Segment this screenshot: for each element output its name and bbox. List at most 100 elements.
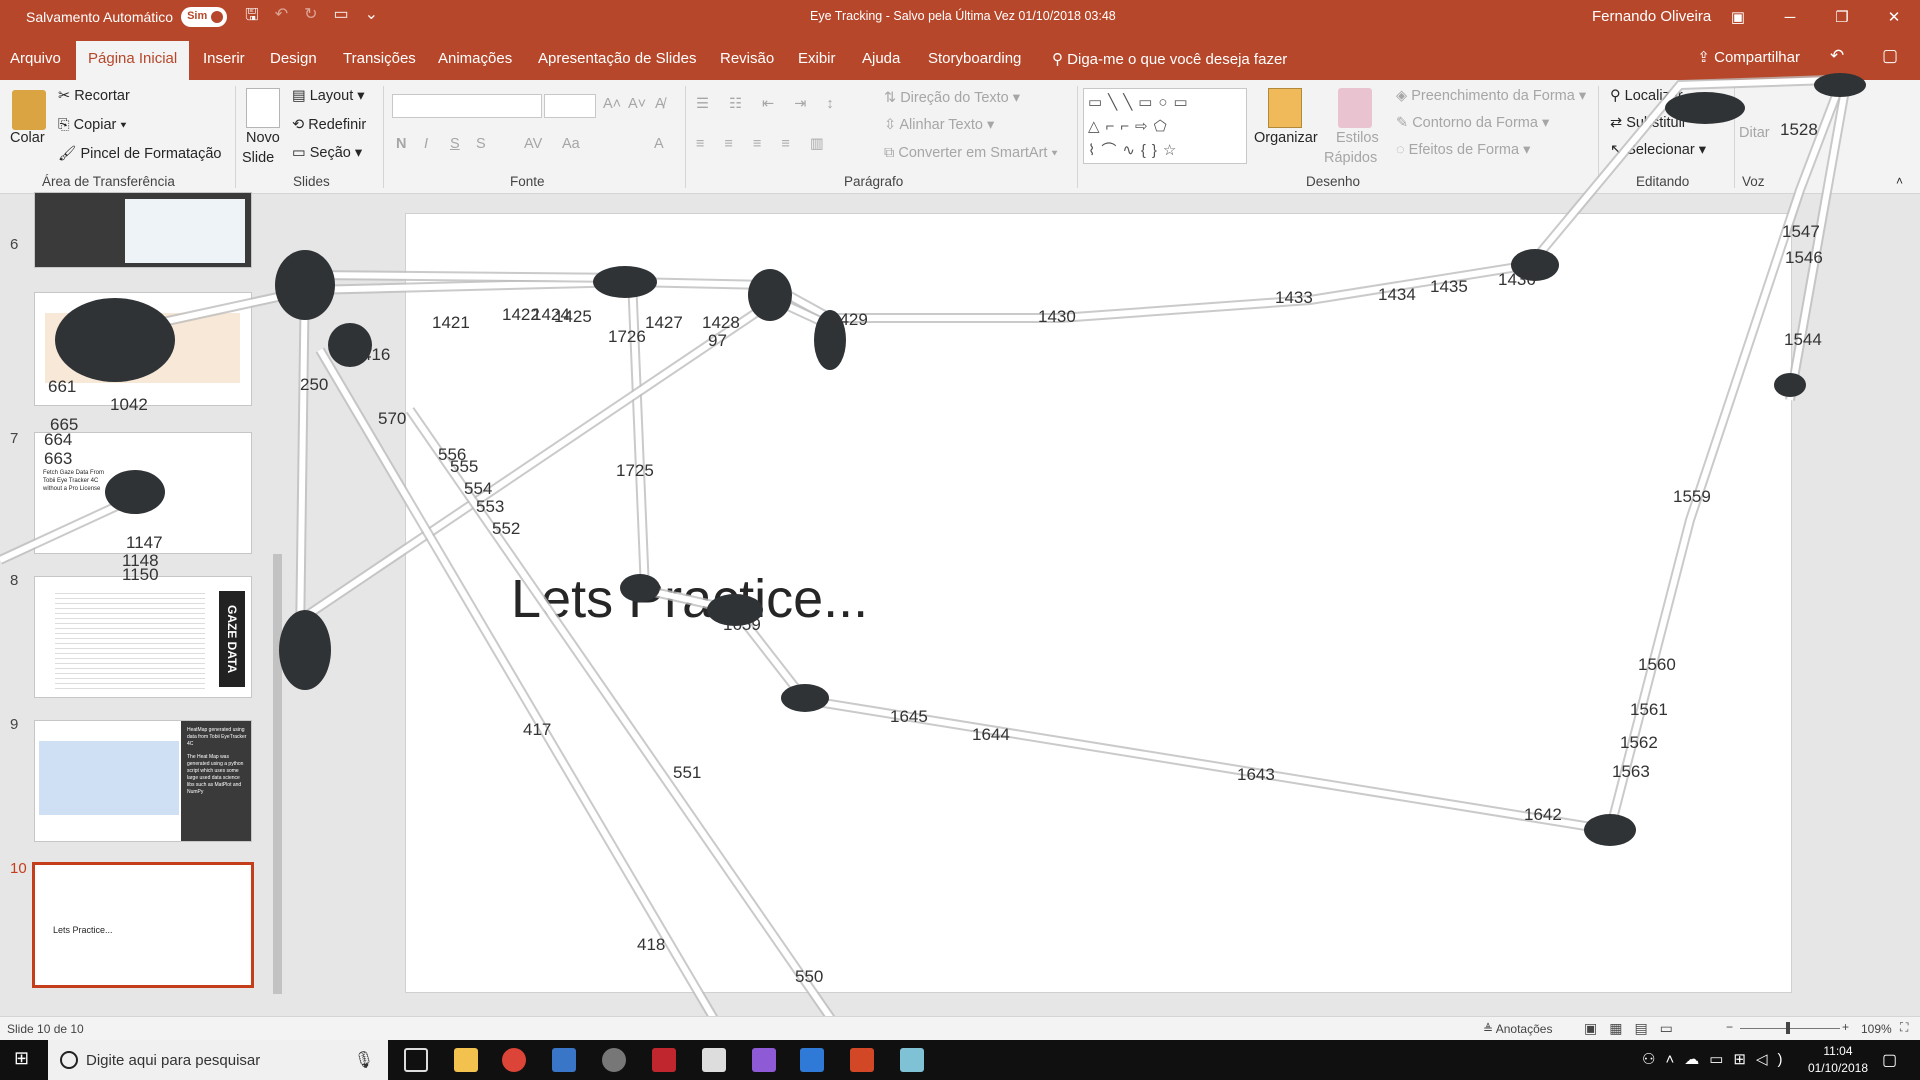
settings-icon[interactable] [602,1048,626,1072]
arrange-label[interactable]: Organizar [1254,130,1318,146]
notifications-icon[interactable]: ▢ [1882,1050,1897,1070]
microphone-icon[interactable]: 🎙 [354,1050,374,1070]
undo-icon[interactable]: ↶ [275,4,288,31]
fit-slide-icon[interactable]: ⛶ [1900,1020,1908,1035]
thumbnails-scrollbar[interactable] [270,194,286,1014]
user-name[interactable]: Fernando Oliveira [1592,8,1711,25]
taskbar-search[interactable]: Digite aqui para pesquisar 🎙 [48,1040,388,1080]
copy-button[interactable]: ⎘ Copiar ▾ [58,117,126,133]
slide-thumbnail-7[interactable]: Fetch Gaze Data From Tobii Eye Tracker 4… [34,432,252,554]
task-view-icon[interactable] [404,1048,428,1072]
bold-button[interactable]: N [396,136,406,152]
slide-thumbnail-5[interactable] [34,192,252,268]
autosave-toggle[interactable]: Sim [181,7,228,27]
tab-transicoes[interactable]: Transições [343,50,416,67]
grow-font-icon[interactable]: A˄ [603,96,621,112]
font-size-field[interactable] [544,94,596,118]
new-slide-label-1[interactable]: Novo [246,130,280,146]
slide-thumbnail-8[interactable]: GAZE DATA [34,576,252,698]
zoom-out-icon[interactable]: − [1726,1020,1733,1034]
system-tray-icons[interactable]: ⚇˄☁▭⊞◁) [1642,1050,1792,1068]
chrome-icon[interactable] [502,1048,526,1072]
save-icon[interactable]: 🖫 [245,4,259,31]
zoom-slider-thumb[interactable] [1786,1022,1790,1034]
arrange-icon[interactable] [1268,88,1302,128]
tab-ajuda[interactable]: Ajuda [862,50,900,67]
tab-storyboarding[interactable]: Storyboarding [928,50,1021,67]
comments-icon[interactable]: ▢ [1882,46,1898,66]
redo-icon[interactable]: ↻ [304,4,317,31]
shapes-gallery[interactable]: ▭╲╲▭○▭ △⌐⌐⇨⬠ ⌇⌒∿{}☆ [1083,88,1247,164]
change-case-button[interactable]: Aa [562,136,580,152]
paste-icon[interactable] [12,90,46,130]
slide-thumbnail-10[interactable]: Lets Practice... [32,862,254,988]
replace-button[interactable]: ⇄ Substituir [1610,115,1687,131]
tell-me-box[interactable]: ⚲ Diga-me o que você deseja fazer [1052,50,1287,68]
font-color-button[interactable]: A [654,136,664,152]
font-name-field[interactable] [392,94,542,118]
smartart-button[interactable]: ⧉ Converter em SmartArt ▾ [884,145,1058,161]
scroll-thumb[interactable] [273,554,282,994]
word-icon[interactable] [800,1048,824,1072]
shrink-font-icon[interactable]: A˅ [628,96,646,112]
tab-inserir[interactable]: Inserir [203,50,245,67]
ribbon-display-icon[interactable]: ▣ [1712,0,1764,34]
clock[interactable]: 11:04 01/10/2018 [1808,1043,1868,1077]
notepad-icon[interactable] [900,1048,924,1072]
collapse-ribbon-icon[interactable]: ˄ [1896,174,1903,188]
align-buttons[interactable]: ≡ ≡ ≡ ≡ ▥ [696,136,832,152]
tab-revisao[interactable]: Revisão [720,50,774,67]
quick-styles-label-1[interactable]: Estilos [1336,130,1379,146]
underline-button[interactable]: S [450,136,460,152]
share-button[interactable]: ⇪ Compartilhar [1697,48,1800,66]
layout-button[interactable]: ▤ Layout ▾ [292,88,365,104]
text-direction-button[interactable]: ⇅ Direção do Texto ▾ [884,90,1020,106]
tab-apresentacao[interactable]: Apresentação de Slides [538,50,696,67]
align-text-button[interactable]: ⇳ Alinhar Texto ▾ [884,117,994,133]
tab-animacoes[interactable]: Animações [438,50,512,67]
slide-thumbnail-9[interactable]: HeatMap generated using data from Tobii … [34,720,252,842]
windows-start-icon[interactable]: ⊞ [14,1048,29,1069]
powerpoint-icon[interactable] [850,1048,874,1072]
tab-pagina-inicial[interactable]: Página Inicial [76,41,190,80]
shape-outline-button[interactable]: ✎ Contorno da Forma ▾ [1396,115,1549,131]
mail-icon[interactable] [702,1048,726,1072]
tab-design[interactable]: Design [270,50,317,67]
new-slide-label-2[interactable]: Slide [242,150,274,166]
section-button[interactable]: ▭ Seção ▾ [292,145,362,161]
store-icon[interactable] [552,1048,576,1072]
view-buttons[interactable]: ▣▦▤▭ [1584,1020,1685,1037]
char-spacing-button[interactable]: AV [524,136,542,152]
zoom-level[interactable]: 109% [1861,1022,1892,1036]
new-slide-icon[interactable] [246,88,280,128]
find-button[interactable]: ⚲ Localizar [1610,88,1683,104]
customize-qat-icon[interactable]: ⌄ [365,4,378,31]
slide-canvas[interactable]: Lets Practice... [405,213,1792,993]
shadow-button[interactable]: S [476,136,486,152]
select-button[interactable]: ↖ Selecionar ▾ [1610,142,1706,158]
dictate-button[interactable]: Ditar [1739,125,1770,141]
tab-arquivo[interactable]: Arquivo [10,50,61,67]
quick-styles-icon[interactable] [1338,88,1372,128]
list-buttons[interactable]: ☰ ☷ ⇤ ⇥ ↕ [696,96,842,112]
activity-icon[interactable]: ↶ [1830,46,1844,66]
file-explorer-icon[interactable] [454,1048,478,1072]
shape-fill-button[interactable]: ◈ Preenchimento da Forma ▾ [1396,88,1586,104]
minimize-icon[interactable]: ─ [1764,0,1816,34]
slide-thumbnail-6[interactable] [34,292,252,406]
visual-studio-icon[interactable] [752,1048,776,1072]
notes-button[interactable]: ≜ Anotações [1483,1022,1552,1036]
shape-effects-button[interactable]: ◌ Efeitos de Forma ▾ [1396,142,1530,158]
close-icon[interactable]: ✕ [1868,0,1920,34]
zoom-in-icon[interactable]: + [1842,1020,1849,1034]
slide-title[interactable]: Lets Practice... [511,568,868,630]
restore-icon[interactable]: ❐ [1816,0,1868,34]
editor-scrollbar[interactable] [1904,194,1920,1024]
italic-button[interactable]: I [424,136,428,152]
present-icon[interactable]: ▭ [334,4,349,31]
clear-format-icon[interactable]: A̸ [655,96,665,112]
zoom-slider[interactable] [1740,1028,1840,1029]
format-painter-button[interactable]: 🖌 Pincel de Formatação [58,145,221,162]
tab-exibir[interactable]: Exibir [798,50,836,67]
cut-button[interactable]: ✂ Recortar [58,88,130,104]
